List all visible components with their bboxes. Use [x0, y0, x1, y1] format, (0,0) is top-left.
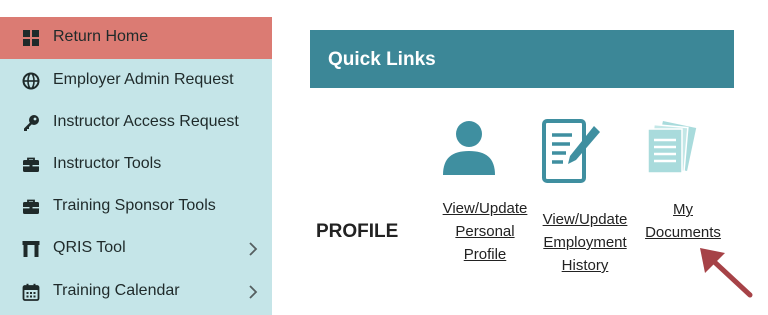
link-line: History	[561, 257, 609, 274]
profile-section-label: PROFILE	[316, 221, 399, 242]
edit-document-icon[interactable]	[541, 118, 603, 184]
sidebar: Return Home Employer Admin Request Instr…	[0, 17, 272, 315]
sidebar-item-instructor-tools[interactable]: Instructor Tools	[0, 144, 272, 186]
arch-icon	[22, 241, 40, 257]
link-line: Employment	[543, 234, 627, 251]
sidebar-item-label: Training Calendar	[53, 282, 180, 299]
sidebar-item-qris-tool[interactable]: QRIS Tool	[0, 228, 272, 270]
link-line: Profile	[463, 246, 507, 263]
link-line: Personal	[455, 223, 515, 240]
sidebar-item-label: Instructor Tools	[53, 155, 162, 172]
documents-icon[interactable]	[642, 120, 700, 176]
person-icon[interactable]	[440, 120, 498, 176]
sidebar-item-label: QRIS Tool	[53, 239, 126, 256]
my-documents-link[interactable]: My Documents	[634, 198, 732, 244]
quick-links-title: Quick Links	[328, 49, 436, 70]
sidebar-item-training-calendar[interactable]: Training Calendar	[0, 271, 272, 313]
toolbox-icon	[23, 157, 39, 172]
chevron-right-icon[interactable]	[247, 240, 259, 258]
quick-links-header: Quick Links	[310, 30, 734, 88]
sidebar-item-label: Instructor Access Request	[53, 113, 239, 130]
toolbox-icon	[23, 199, 39, 214]
sidebar-item-return-home[interactable]: Return Home	[0, 17, 272, 59]
link-line: Documents	[645, 224, 721, 241]
pointer-arrow-icon	[700, 248, 753, 298]
sidebar-item-label: Return Home	[53, 28, 149, 45]
sidebar-item-label: Training Sponsor Tools	[53, 197, 216, 214]
view-update-personal-profile-link[interactable]: View/Update Personal Profile	[432, 197, 538, 266]
calendar-icon	[22, 283, 40, 301]
view-update-employment-history-link[interactable]: View/Update Employment History	[535, 208, 635, 277]
sidebar-item-label: Employer Admin Request	[53, 71, 234, 88]
key-icon	[24, 115, 39, 131]
link-line: View/Update	[442, 200, 528, 217]
sidebar-item-training-sponsor-tools[interactable]: Training Sponsor Tools	[0, 186, 272, 228]
chevron-right-icon[interactable]	[247, 283, 259, 301]
sidebar-item-employer-admin-request[interactable]: Employer Admin Request	[0, 60, 272, 102]
sidebar-item-instructor-access-request[interactable]: Instructor Access Request	[0, 102, 272, 144]
grid-icon	[23, 30, 39, 46]
link-line: My	[673, 201, 693, 218]
link-line: View/Update	[542, 211, 628, 228]
globe-icon	[22, 72, 40, 90]
